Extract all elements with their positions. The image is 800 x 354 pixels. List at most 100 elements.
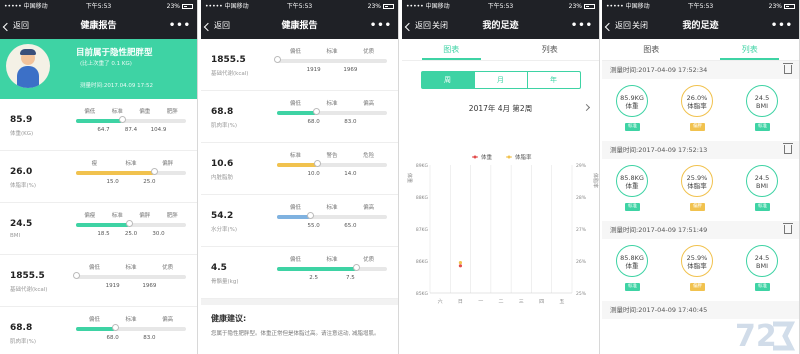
metric-row[interactable]: 26.0 体脂率(%) 瘦 标准 偏胖 15.0 25.0 <box>0 151 197 203</box>
range-tick: 30.0 <box>152 231 165 237</box>
back-button[interactable]: 返回 <box>2 13 29 39</box>
avatar-body <box>17 66 39 88</box>
metric-row[interactable]: 4.5 骨骼量(kg) 偏低 标准 优质 2.5 7.5 <box>201 247 398 299</box>
trash-icon[interactable] <box>783 63 793 74</box>
range-bar <box>277 212 387 219</box>
range-categories: 偏低 标准 偏重 肥胖 <box>76 107 186 115</box>
range-categories: 偏低 标准 偏高 <box>76 315 186 323</box>
range-label: 标准 <box>326 205 338 211</box>
tab-chart[interactable]: 图表 <box>402 39 501 60</box>
range-categories: 标准 警告 危险 <box>277 151 387 159</box>
metric-name: 水分率(%) <box>211 227 238 233</box>
record-time: 测量时间:2017-04-09 17:40:45 <box>610 306 708 314</box>
more-button[interactable]: ••• <box>169 13 191 39</box>
metric-list: 85.9 体重(KG) 偏低 标准 偏重 肥胖 64.7 87.4 104.9 26.0 … <box>0 99 197 354</box>
range-label: 偏高 <box>363 205 375 211</box>
back-button[interactable]: 返回 <box>404 13 431 39</box>
metric-value: 10.6 <box>211 159 234 169</box>
chevron-left-icon <box>203 22 213 31</box>
legend-dot <box>473 155 477 159</box>
metric-row[interactable]: 24.5 BMI 偏瘦 标准 偏胖 肥胖 18.5 25.0 30.0 <box>0 203 197 255</box>
range-label: 标准 <box>125 161 137 167</box>
range-fill <box>76 327 115 331</box>
legend-label: 体脂率 <box>515 153 532 161</box>
range-label: 偏低 <box>88 317 100 323</box>
x-tick: 三 <box>519 299 524 305</box>
range-tick: 68.0 <box>106 335 119 341</box>
nav-bar: 返回 关闭 我的足迹 ••• <box>602 13 799 39</box>
bmi-circle: 24.5 BMI <box>746 165 778 197</box>
range-tick: 18.5 <box>97 231 110 237</box>
nav-bar: 返回 健康报告 ••• <box>201 13 398 39</box>
battery-percent: 23% <box>166 3 180 10</box>
metric-row[interactable]: 54.2 水分率(%) 偏低 标准 偏高 55.0 65.0 <box>201 195 398 247</box>
back-label: 返回 <box>13 21 29 30</box>
range-ticks: 68.0 83.0 <box>76 335 186 343</box>
x-tick: 五 <box>559 299 564 305</box>
battery-icon <box>383 4 394 9</box>
metric-row[interactable]: 68.8 肌肉率(%) 偏低 标准 偏高 68.0 83.0 <box>201 91 398 143</box>
y-left-tick: 86KG <box>416 259 429 265</box>
record-item[interactable]: 85.9KG 体重 标准 26.0% 体脂率 偏胖 24.5 BMI 标准 <box>602 79 799 141</box>
metric-row[interactable]: 1855.5 基础代谢(kcal) 偏低 标准 优质 1919 1969 <box>201 39 398 91</box>
metric-value: 1855.5 <box>211 55 246 65</box>
more-button[interactable]: ••• <box>370 13 392 39</box>
more-button[interactable]: ••• <box>771 13 793 39</box>
close-button[interactable]: 关闭 <box>432 13 448 39</box>
range-categories: 偏低 标准 偏高 <box>277 99 387 107</box>
period-month[interactable]: 月 <box>475 72 528 88</box>
range-categories: 偏低 标准 优质 <box>277 47 387 55</box>
range-label: 标准 <box>326 49 338 55</box>
tab-list[interactable]: 列表 <box>701 39 800 60</box>
period-week[interactable]: 周 <box>421 72 475 88</box>
record-item[interactable]: 85.8KG 体重 标准 25.9% 体脂率 偏胖 24.5 BMI 标准 <box>602 239 799 301</box>
metric-row[interactable]: 10.6 内脏脂肪 标准 警告 危险 10.0 14.0 <box>201 143 398 195</box>
fat-label: 体脂率 <box>687 182 707 190</box>
legend-label: 体重 <box>481 153 493 161</box>
trash-icon[interactable] <box>783 143 793 154</box>
close-button[interactable]: 关闭 <box>632 13 648 39</box>
battery-indicator: 23% <box>569 0 595 13</box>
record-list: 测量时间:2017-04-09 17:52:34 85.9KG 体重 标准 26.… <box>602 61 799 319</box>
range-label: 偏低 <box>289 49 301 55</box>
period-year[interactable]: 年 <box>528 72 580 88</box>
range-ticks: 15.0 25.0 <box>76 179 186 187</box>
range-label: 标准 <box>289 153 301 159</box>
trash-icon[interactable] <box>783 223 793 234</box>
range-bar <box>76 220 186 227</box>
back-button[interactable]: 返回 <box>203 13 230 39</box>
record-item[interactable]: 85.8KG 体重 标准 25.9% 体脂率 偏胖 24.5 BMI 标准 <box>602 159 799 221</box>
range-ticks: 2.5 7.5 <box>277 275 387 283</box>
weight-label: 体重 <box>625 182 639 190</box>
nav-bar: 返回 健康报告 ••• <box>0 13 197 39</box>
metric-row[interactable]: 1855.5 基础代谢(kcal) 偏低 标准 优质 1919 1969 <box>0 255 197 307</box>
record-time: 测量时间:2017-04-09 17:52:34 <box>610 66 708 74</box>
range-marker <box>119 116 127 123</box>
metric-row[interactable]: 68.8 肌肉率(%) 偏低 标准 偏高 68.0 83.0 <box>0 307 197 354</box>
tab-chart[interactable]: 图表 <box>602 39 701 60</box>
advice-text: 您属于隐性肥胖型。体重正常但是体脂过高。请注意运动, 减脂增肌。 <box>211 331 380 337</box>
tab-list[interactable]: 列表 <box>501 39 600 60</box>
weight-status-badge: 标准 <box>625 283 640 291</box>
fat-label: 体脂率 <box>687 102 707 110</box>
y-right-tick: 27% <box>576 227 587 233</box>
range-tick: 1969 <box>142 283 157 289</box>
bmi-value: 24.5 <box>754 94 770 102</box>
range-tick: 104.9 <box>150 127 167 133</box>
metric-row[interactable]: 85.9 体重(KG) 偏低 标准 偏重 肥胖 64.7 87.4 104.9 <box>0 99 197 151</box>
back-label: 返回 <box>214 21 230 30</box>
avatar <box>6 44 50 88</box>
health-advice: 健康建议: 您属于隐性肥胖型。体重正常但是体脂过高。请注意运动, 减脂增肌。 <box>201 305 398 347</box>
y-left-label: 体重 <box>406 173 413 183</box>
chevron-left-icon <box>2 22 12 31</box>
range-fill <box>277 215 310 219</box>
range-ticks: 10.0 14.0 <box>277 171 387 179</box>
range-tick: 68.0 <box>307 119 320 125</box>
bmi-value: 24.5 <box>754 174 770 182</box>
metric-list: 1855.5 基础代谢(kcal) 偏低 标准 优质 1919 1969 68.8 肌… <box>201 39 398 299</box>
range-fill <box>277 267 357 271</box>
chevron-left-icon <box>604 22 614 31</box>
metric-name: BMI <box>10 233 21 239</box>
back-button[interactable]: 返回 <box>604 13 631 39</box>
more-button[interactable]: ••• <box>571 13 593 39</box>
